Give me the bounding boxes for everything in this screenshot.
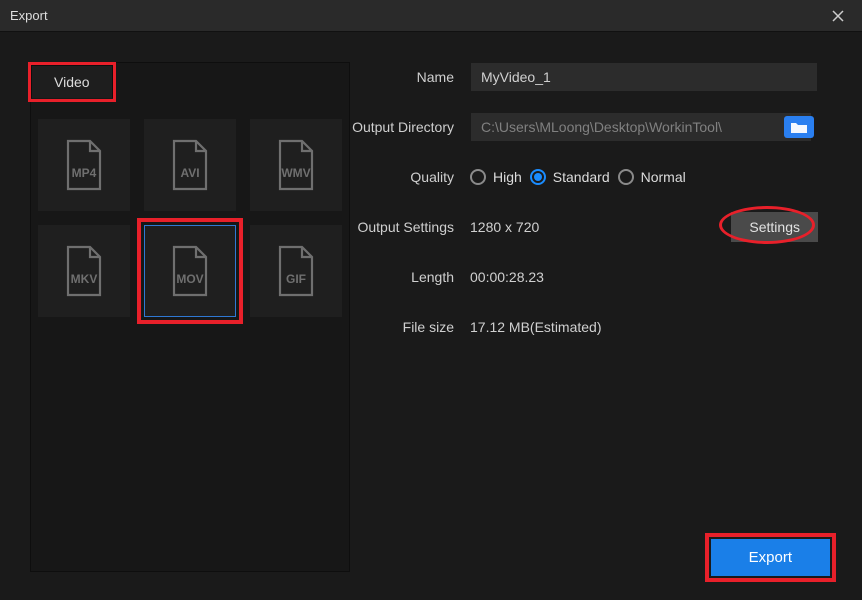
svg-text:AVI: AVI <box>180 166 199 180</box>
row-filesize: File size 17.12 MB(Estimated) <box>350 312 818 342</box>
tab-strip: Video <box>31 63 349 97</box>
format-tile-avi[interactable]: AVI <box>144 119 236 211</box>
window-title: Export <box>10 8 824 23</box>
svg-text:MOV: MOV <box>176 272 203 286</box>
file-icon: MOV <box>162 243 218 299</box>
close-icon <box>832 10 844 22</box>
row-output-settings: Output Settings 1280 x 720 Settings <box>350 212 818 242</box>
quality-label: Quality <box>350 169 470 185</box>
format-tile-gif[interactable]: GIF <box>250 225 342 317</box>
radio-icon <box>530 169 546 185</box>
tab-video-label: Video <box>54 74 90 90</box>
settings-panel: Name Output Directory Quality <box>350 62 832 590</box>
radio-icon <box>618 169 634 185</box>
file-icon: GIF <box>268 243 324 299</box>
format-tile-mkv[interactable]: MKV <box>38 225 130 317</box>
format-tile-mov[interactable]: MOV <box>144 225 236 317</box>
row-quality: Quality High Standard Normal <box>350 162 818 192</box>
browse-folder-button[interactable] <box>784 116 814 138</box>
file-icon: MP4 <box>56 137 112 193</box>
dir-input[interactable] <box>470 112 812 142</box>
file-icon: AVI <box>162 137 218 193</box>
svg-text:GIF: GIF <box>286 272 306 286</box>
export-button-wrap: Export <box>711 539 830 576</box>
svg-text:WMV: WMV <box>281 166 310 180</box>
out-settings-label: Output Settings <box>350 219 470 235</box>
format-tile-wmv[interactable]: WMV <box>250 119 342 211</box>
export-button[interactable]: Export <box>711 539 830 576</box>
tab-video[interactable]: Video <box>31 65 113 98</box>
titlebar: Export <box>0 0 862 32</box>
row-name: Name <box>350 62 818 92</box>
settings-button-label: Settings <box>749 219 800 235</box>
format-panel: Video MP4 AVI WMV <box>30 62 350 572</box>
export-button-label: Export <box>749 549 792 566</box>
name-label: Name <box>350 69 470 85</box>
svg-text:MP4: MP4 <box>72 166 97 180</box>
filesize-value: 17.12 MB(Estimated) <box>470 319 602 335</box>
row-output-directory: Output Directory <box>350 112 818 142</box>
length-label: Length <box>350 269 470 285</box>
quality-radio-normal[interactable]: Normal <box>618 169 686 185</box>
file-icon: WMV <box>268 137 324 193</box>
close-button[interactable] <box>824 2 852 30</box>
quality-radio-standard[interactable]: Standard <box>530 169 610 185</box>
out-settings-value: 1280 x 720 <box>470 219 539 235</box>
content-area: Video MP4 AVI WMV <box>0 32 862 600</box>
file-icon: MKV <box>56 243 112 299</box>
quality-normal-label: Normal <box>641 169 686 185</box>
dir-label: Output Directory <box>350 119 470 135</box>
filesize-label: File size <box>350 319 470 335</box>
svg-text:MKV: MKV <box>71 272 98 286</box>
folder-icon <box>790 120 808 134</box>
format-grid: MP4 AVI WMV MKV <box>31 97 349 339</box>
format-tile-mp4[interactable]: MP4 <box>38 119 130 211</box>
radio-icon <box>470 169 486 185</box>
quality-high-label: High <box>493 169 522 185</box>
row-length: Length 00:00:28.23 <box>350 262 818 292</box>
quality-radio-high[interactable]: High <box>470 169 522 185</box>
settings-button[interactable]: Settings <box>731 212 818 242</box>
quality-standard-label: Standard <box>553 169 610 185</box>
name-input[interactable] <box>470 62 818 92</box>
length-value: 00:00:28.23 <box>470 269 544 285</box>
